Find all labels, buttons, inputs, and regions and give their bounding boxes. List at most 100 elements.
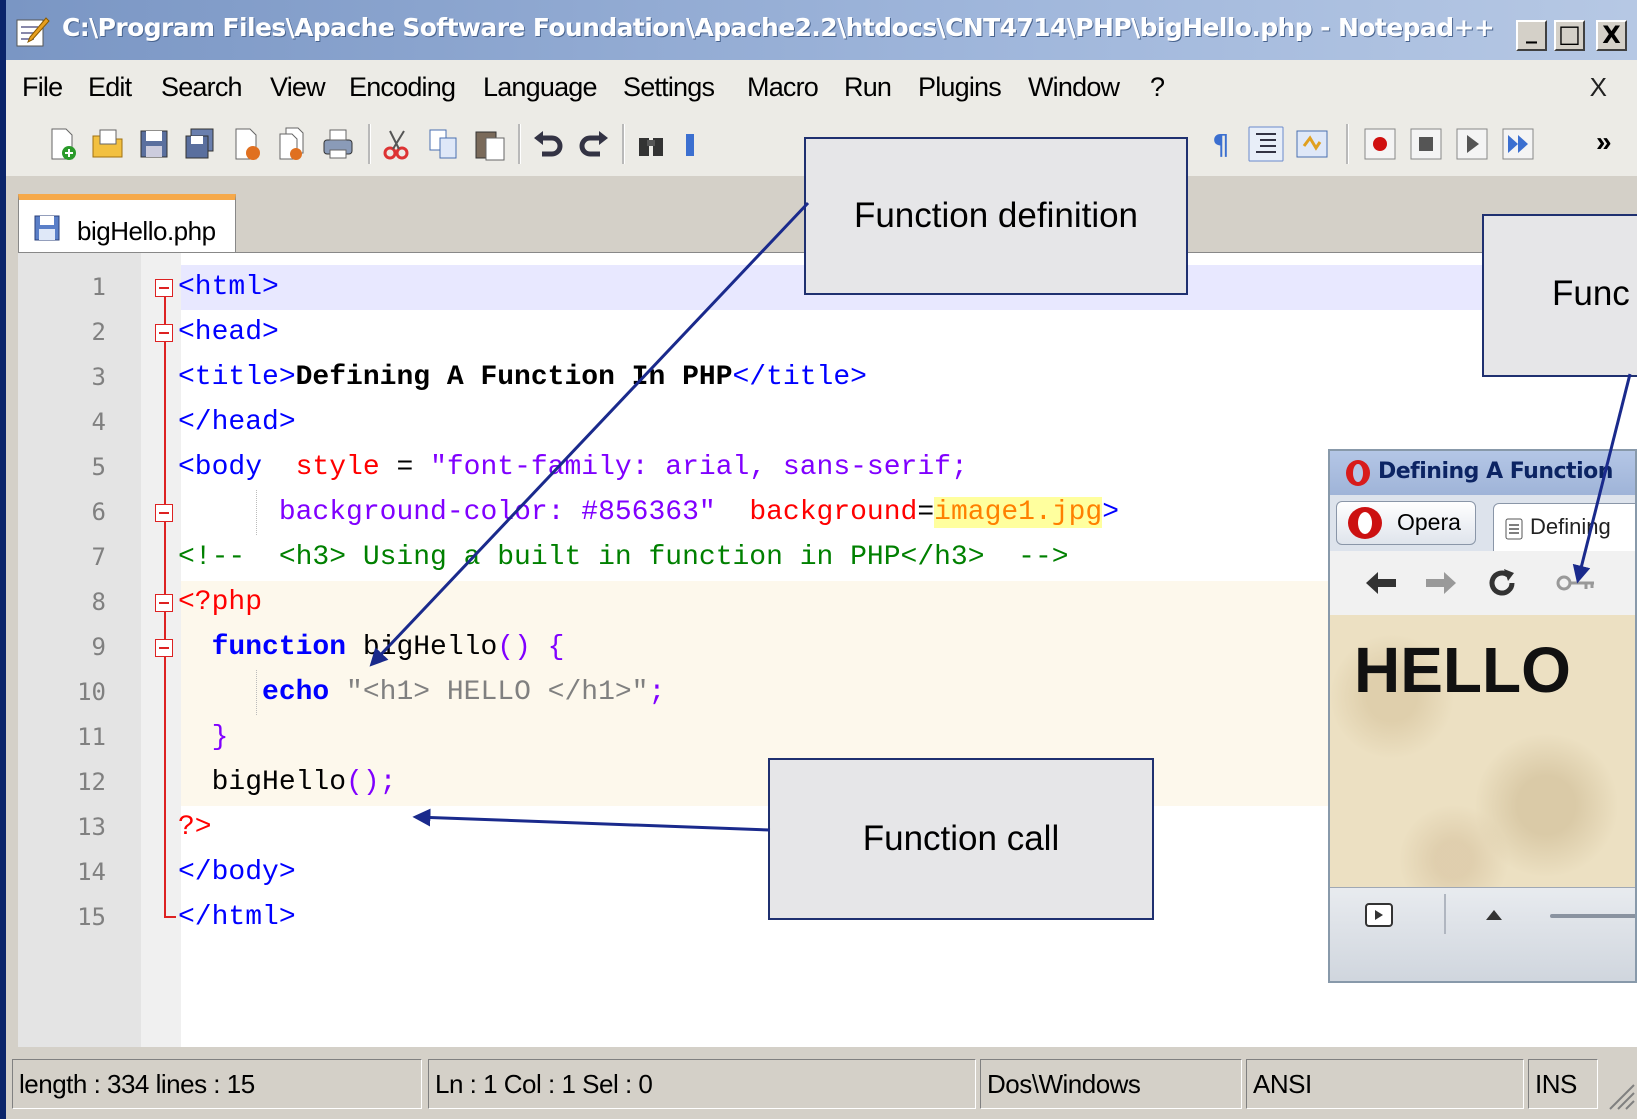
back-arrow-icon[interactable] [1364,569,1398,597]
menu-search[interactable]: Search [161,72,243,103]
status-eol: Dos\Windows [980,1059,1242,1109]
forward-arrow-icon[interactable] [1424,569,1458,597]
record-macro-icon[interactable] [1362,126,1398,162]
close-document-button[interactable]: X [1590,72,1607,103]
title-bar[interactable]: C:\Program Files\Apache Software Foundat… [6,0,1637,60]
toolbar-overflow-button[interactable]: » [1596,126,1612,158]
code-token: bigHello [211,767,347,798]
maximize-button[interactable]: □ [1554,20,1585,51]
menu-encoding[interactable]: Encoding [349,72,456,103]
redo-icon[interactable] [576,126,612,162]
opera-menu-label: Opera [1397,509,1461,535]
status-length: length : 334 lines : 15 [12,1059,422,1109]
code-line-3: <title>Defining A Function In PHP</title… [178,355,867,400]
menu-file[interactable]: File [22,72,63,103]
code-token: () { [497,632,565,663]
minimize-button[interactable]: _ [1516,20,1547,51]
new-file-icon[interactable] [44,126,80,162]
find-icon[interactable] [634,126,670,162]
paste-icon[interactable] [472,126,508,162]
panel-toggle-icon[interactable] [1364,902,1394,928]
code-token: </body> [178,857,296,888]
menu-settings[interactable]: Settings [623,72,715,103]
menu-window[interactable]: Window [1028,72,1120,103]
close-file-icon[interactable] [228,126,264,162]
code-token: </html> [178,902,296,933]
code-token: = [379,452,431,483]
line-number: 9 [91,633,106,661]
tab-bighello-php[interactable]: bigHello.php [18,194,236,252]
line-number: 5 [91,453,106,481]
code-token: (); [346,767,397,798]
cut-icon[interactable] [380,126,416,162]
code-token: background [749,497,918,528]
reload-icon[interactable] [1486,567,1518,599]
callout-function-call: Function call [768,758,1154,920]
toolbar-separator [622,124,625,164]
menu-plugins[interactable]: Plugins [918,72,1002,103]
close-button[interactable]: X [1596,20,1627,51]
code-token: style [295,452,380,483]
indent-guide-icon[interactable] [1248,126,1284,162]
code-token: image1.jpg [934,497,1103,528]
menu-view[interactable]: View [270,72,326,103]
resize-grip-icon[interactable] [1606,1081,1636,1111]
browser-tab[interactable]: Defining [1493,503,1635,553]
menu-language[interactable]: Language [483,72,598,103]
status-mode: INS [1528,1059,1598,1109]
line-number: 13 [77,813,106,841]
zoom-up-icon[interactable] [1484,908,1504,922]
open-file-icon[interactable] [90,126,126,162]
code-line-2: <head> [178,310,279,355]
undo-icon[interactable] [530,126,566,162]
status-divider [1444,894,1446,934]
browser-tab-strip: Opera Defining [1330,495,1635,553]
code-line-5: <body style = "font-family: arial, sans-… [178,445,968,490]
menu-help[interactable]: ? [1150,72,1165,103]
run-macro-multiple-icon[interactable] [1500,126,1536,162]
line-number: 15 [77,903,106,931]
menu-macro[interactable]: Macro [747,72,819,103]
indent-guide [256,490,258,535]
indent-guide [256,670,258,715]
find-replace-icon[interactable] [680,126,716,162]
line-number: 12 [77,768,106,796]
stop-record-icon[interactable] [1408,126,1444,162]
code-token: </title> [732,362,867,393]
callout-function-output: Func [1480,214,1637,377]
browser-nav-bar [1330,551,1635,616]
close-all-icon[interactable] [274,126,310,162]
svg-text:¶: ¶ [1212,128,1230,161]
save-icon[interactable] [136,126,172,162]
code-token: <body [178,452,263,483]
code-line-14: </body> [178,850,296,895]
copy-icon[interactable] [426,126,462,162]
opera-menu-button[interactable]: Opera [1336,501,1476,545]
toolbar-separator [518,124,521,164]
menu-run[interactable]: Run [844,72,892,103]
zoom-slider[interactable] [1550,914,1635,918]
key-icon[interactable] [1556,573,1596,593]
code-line-6: background-color: #856363" background=im… [178,490,1119,535]
code-token: ; [648,677,666,708]
line-number: 4 [91,408,106,436]
show-all-chars-icon[interactable]: ¶ [1202,126,1238,162]
window-title: C:\Program Files\Apache Software Foundat… [62,13,1495,42]
code-token: > [1102,497,1119,528]
browser-status-bar [1330,887,1635,981]
status-bar: length : 334 lines : 15 Ln : 1 Col : 1 S… [6,1047,1637,1119]
menu-edit[interactable]: Edit [88,72,132,103]
code-token: ?> [178,812,212,843]
print-icon[interactable] [320,126,356,162]
code-token: <head> [178,317,279,348]
line-number: 8 [91,588,106,616]
hello-heading: HELLO [1354,634,1571,706]
code-line-10: echo "<h1> HELLO </h1>"; [178,670,665,715]
user-lang-icon[interactable] [1294,126,1330,162]
opera-logo-icon [1348,507,1382,539]
opera-browser-window: Defining A Function Opera Defining HELLO [1328,449,1637,983]
play-macro-icon[interactable] [1454,126,1490,162]
code-line-11: } [178,715,229,760]
save-all-icon[interactable] [182,126,218,162]
code-line-13: ?> [178,805,212,850]
